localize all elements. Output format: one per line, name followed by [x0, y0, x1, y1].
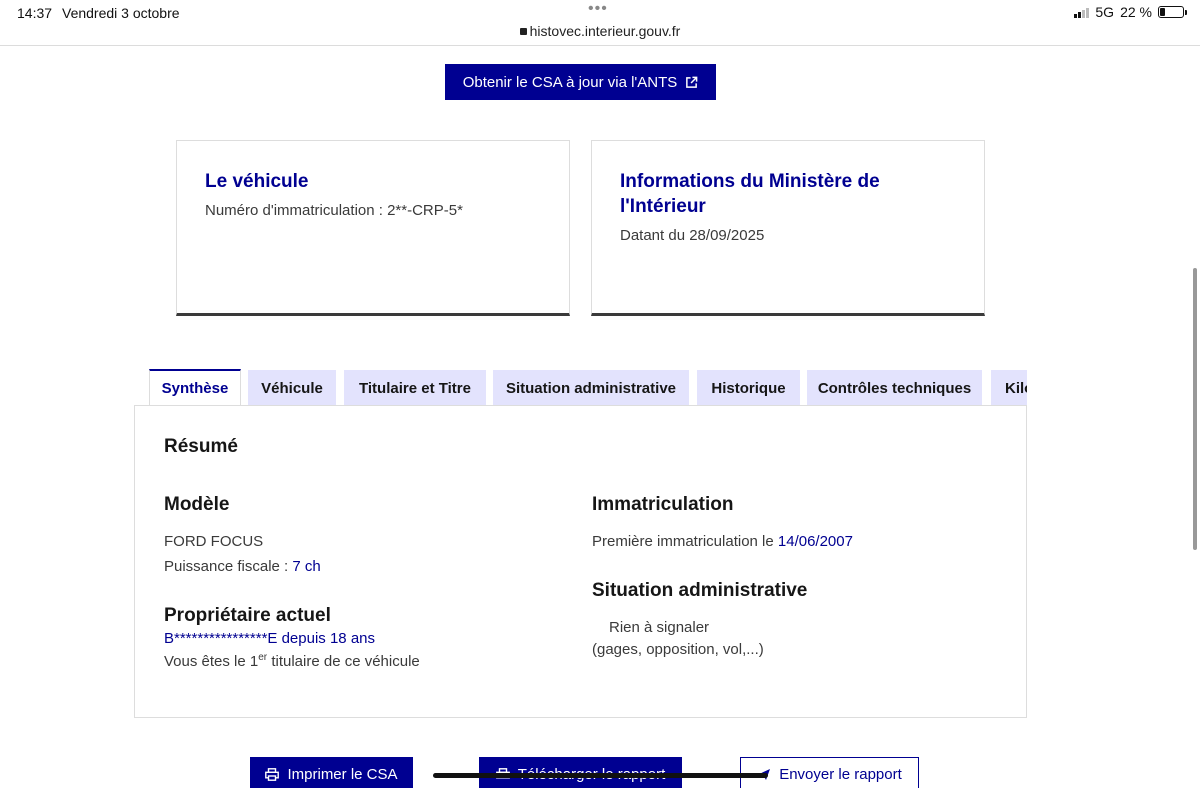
external-link-icon: [686, 76, 698, 88]
print-csa-label: Imprimer le CSA: [287, 765, 398, 783]
battery-icon: [1158, 6, 1187, 18]
model-heading: Modèle: [164, 494, 230, 515]
address-url: histovec.interieur.gouv.fr: [529, 23, 681, 39]
tab-historique[interactable]: Historique: [697, 370, 800, 406]
ants-csa-button[interactable]: Obtenir le CSA à jour via l'ANTS: [445, 64, 716, 100]
signal-icon: [1074, 7, 1090, 18]
tab-titulaire[interactable]: Titulaire et Titre: [344, 370, 486, 406]
battery-percent: 22 %: [1120, 4, 1152, 20]
status-bar: 14:37 Vendredi 3 octobre ••• histovec.in…: [0, 0, 1200, 46]
tab-situation-administrative[interactable]: Situation administrative: [493, 370, 689, 406]
owner-rank: Vous êtes le 1er titulaire de ce véhicul…: [164, 652, 420, 670]
print-csa-button[interactable]: Imprimer le CSA: [250, 757, 413, 788]
summary-panel: Résumé Modèle FORD FOCUS Puissance fisca…: [134, 405, 1027, 718]
owner-duration: 18 ans: [329, 630, 376, 647]
tab-vehicule[interactable]: Véhicule: [248, 370, 336, 406]
admin-detail: (gages, opposition, vol,...): [592, 641, 764, 658]
printer-icon: [265, 767, 280, 781]
tab-kilometrage[interactable]: Kilo: [991, 370, 1027, 406]
owner-line: B****************E depuis 18 ans: [164, 630, 376, 647]
registration-number: Numéro d'immatriculation : 2**-CRP-5*: [205, 202, 463, 219]
status-date: Vendredi 3 octobre: [62, 5, 180, 21]
home-indicator[interactable]: [433, 773, 768, 778]
network-type: 5G: [1095, 4, 1115, 20]
vehicle-card-title: Le véhicule: [205, 171, 309, 192]
lock-icon: [519, 28, 527, 35]
ministry-date: Datant du 28/09/2025: [620, 227, 765, 244]
admin-status: Rien à signaler: [609, 619, 710, 636]
first-registration: Première immatriculation le 14/06/2007: [592, 533, 853, 550]
ants-csa-label: Obtenir le CSA à jour via l'ANTS: [462, 73, 678, 91]
status-indicators: 5G 22 %: [1074, 4, 1187, 20]
status-time: 14:37: [17, 5, 53, 21]
tab-synthese[interactable]: Synthèse: [149, 369, 241, 406]
address-bar[interactable]: histovec.interieur.gouv.fr: [0, 23, 1200, 39]
send-report-label: Envoyer le rapport: [779, 765, 902, 783]
ministry-card: Informations du Ministère de l'Intérieur…: [591, 140, 985, 316]
first-registration-date: 14/06/2007: [777, 533, 853, 550]
owner-heading: Propriétaire actuel: [164, 605, 331, 626]
vehicle-card: Le véhicule Numéro d'immatriculation : 2…: [176, 140, 570, 316]
model-name: FORD FOCUS: [164, 533, 264, 550]
scrollbar[interactable]: [1193, 268, 1197, 550]
fiscal-power: Puissance fiscale : 7 ch: [164, 558, 321, 575]
summary-title: Résumé: [164, 436, 238, 457]
tab-controles-techniques[interactable]: Contrôles techniques: [807, 370, 982, 406]
registration-heading: Immatriculation: [592, 494, 734, 515]
tab-bar: Synthèse Véhicule Titulaire et Titre Sit…: [149, 369, 1027, 406]
ministry-card-title: Informations du Ministère de l'Intérieur: [620, 171, 880, 217]
fiscal-power-value: 7 ch: [292, 558, 321, 575]
owner-name: B****************E: [164, 630, 278, 647]
admin-heading: Situation administrative: [592, 580, 808, 601]
more-dots-icon[interactable]: •••: [588, 0, 608, 18]
